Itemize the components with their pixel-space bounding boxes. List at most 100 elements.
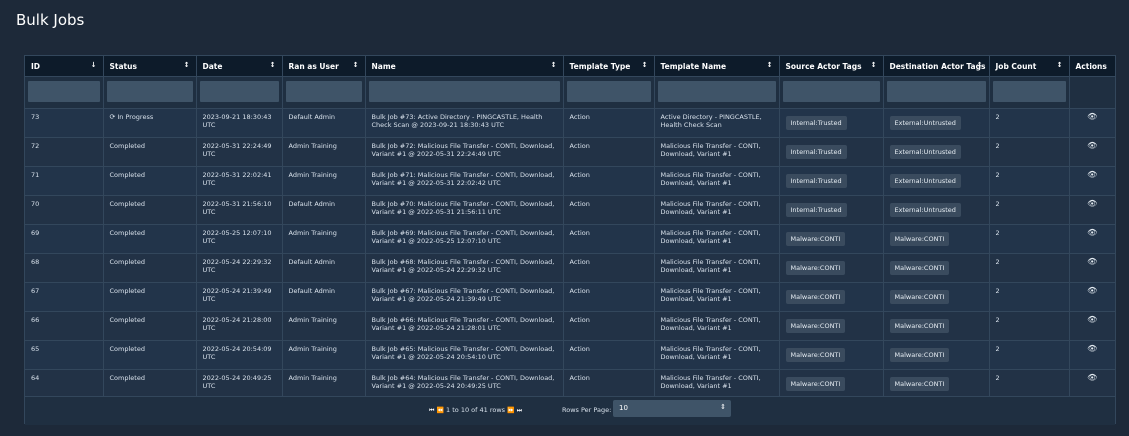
cell-dest-tag: Malware:CONTI (883, 340, 990, 369)
cell-name: Bulk Job #66: Malicious File Transfer - … (365, 311, 564, 340)
cell-text: In Progress (117, 112, 154, 121)
sort-icon[interactable]: ↕ (642, 61, 648, 69)
cell-text: Action (569, 170, 590, 179)
table-row[interactable]: 71 Completed 2022-05-31 22:02:41 UTC Admin … (25, 166, 1115, 195)
sort-icon[interactable]: ↕ (767, 61, 773, 69)
table-row[interactable]: 69 Completed 2022-05-25 12:07:10 UTC Admin … (25, 224, 1115, 253)
column-filter-input[interactable] (992, 80, 1066, 102)
eye-icon[interactable]: 👁 (1076, 257, 1110, 267)
cell-actions: 👁 (1069, 311, 1115, 340)
column-header[interactable]: Actions (1069, 56, 1115, 76)
eye-icon[interactable]: 👁 (1076, 344, 1110, 354)
cell-text: Action (569, 373, 590, 382)
column-filter-input[interactable] (782, 80, 880, 102)
cell-job-count: 2 (989, 253, 1070, 282)
column-header[interactable]: ID ↓ (25, 56, 104, 76)
cell-text: Admin Training (288, 228, 337, 237)
cell-text: 68 (31, 257, 40, 266)
cell-id: 71 (25, 166, 104, 195)
column-header[interactable]: Job Count ↕ (989, 56, 1070, 76)
cell-text: 2 (995, 344, 1000, 353)
cell-id: 72 (25, 137, 104, 166)
cell-text: Bulk Job #64: Malicious File Transfer - … (371, 373, 555, 391)
column-header[interactable]: Name ↕ (365, 56, 564, 76)
table-row[interactable]: 73 ⟳ In Progress 2023-09-21 18:30:43 UTC Def… (25, 108, 1115, 137)
sort-icon[interactable]: ↕ (871, 61, 877, 69)
cell-status: Completed (103, 137, 197, 166)
column-header-label: ID (31, 62, 41, 71)
column-header-label: Template Type (569, 62, 631, 71)
cell-dest-tag: Malware:CONTI (883, 224, 990, 253)
cell-status: Completed (103, 311, 197, 340)
cell-name: Bulk Job #64: Malicious File Transfer - … (365, 369, 564, 398)
cell-text: 70 (31, 199, 40, 208)
column-header[interactable]: Ran as User ↕ (282, 56, 366, 76)
table-row[interactable]: 70 Completed 2022-05-31 21:56:10 UTC Defaul… (25, 195, 1115, 224)
cell-text: 2022-05-24 20:49:25 UTC (202, 373, 272, 391)
cell-text: 66 (31, 315, 40, 324)
column-filter-input[interactable] (106, 80, 193, 102)
page-title: Bulk Jobs (16, 11, 85, 29)
column-header[interactable]: Template Type ↕ (563, 56, 655, 76)
column-header[interactable]: Status ↕ (103, 56, 197, 76)
column-header[interactable]: Date ↕ (196, 56, 283, 76)
pagination: ⏮ ⏪ 1 to 10 of 41 rows ⏩ ⏭ (429, 406, 522, 415)
column-filter-input[interactable] (199, 80, 279, 102)
column-filter-input[interactable] (566, 80, 651, 102)
column-filter-input[interactable] (285, 80, 362, 102)
cell-user: Default Admin (282, 253, 366, 282)
table-row[interactable]: 66 Completed 2022-05-24 21:28:00 UTC Admin … (25, 311, 1115, 340)
eye-icon[interactable]: 👁 (1076, 373, 1110, 383)
cell-text: Bulk Job #66: Malicious File Transfer - … (371, 315, 555, 333)
eye-icon[interactable]: 👁 (1076, 112, 1110, 122)
rows-per-page-select[interactable]: 10 ⇕ (613, 400, 731, 417)
sort-icon[interactable]: ↕ (353, 61, 359, 69)
next-page-icon[interactable]: ⏩ (507, 407, 514, 414)
table-row[interactable]: 67 Completed 2022-05-24 21:39:49 UTC Defaul… (25, 282, 1115, 311)
table-row[interactable]: 68 Completed 2022-05-24 22:29:32 UTC Defaul… (25, 253, 1115, 282)
column-filter-input[interactable] (28, 80, 100, 102)
sort-icon[interactable]: ↕ (184, 61, 190, 69)
column-filter-input[interactable] (886, 80, 986, 102)
cell-job-count: 2 (989, 369, 1070, 398)
sort-icon[interactable]: ↓ (91, 61, 97, 69)
eye-icon[interactable]: 👁 (1076, 170, 1110, 180)
cell-text: Bulk Job #71: Malicious File Transfer - … (371, 170, 555, 188)
column-header-label: Destination Actor Tags (889, 62, 986, 71)
sort-icon[interactable]: ↕ (270, 61, 276, 69)
cell-date: 2022-05-31 22:24:49 UTC (196, 137, 283, 166)
eye-icon[interactable]: 👁 (1076, 228, 1110, 238)
cell-text: Bulk Job #72: Malicious File Transfer - … (371, 141, 555, 159)
table-row[interactable]: 64 Completed 2022-05-24 20:49:25 UTC Admin … (25, 369, 1115, 398)
cell-source-tag: Malware:CONTI (779, 311, 884, 340)
cell-date: 2022-05-24 21:39:49 UTC (196, 282, 283, 311)
cell-text: Completed (109, 344, 145, 353)
column-header[interactable]: Template Name ↕ (654, 56, 780, 76)
cell-text: Active Directory - PINGCASTLE, Health Ch… (660, 112, 762, 130)
cell-user: Default Admin (282, 195, 366, 224)
cell-text: Bulk Job #67: Malicious File Transfer - … (371, 286, 555, 304)
prev-page-icon[interactable]: ⏪ (436, 407, 443, 414)
eye-icon[interactable]: 👁 (1076, 315, 1110, 325)
column-filter-input[interactable] (368, 80, 560, 102)
table-row[interactable]: 72 Completed 2022-05-31 22:24:49 UTC Admin … (25, 137, 1115, 166)
sort-icon[interactable]: ↕ (551, 61, 557, 69)
cell-text: 2022-05-31 22:02:41 UTC (202, 170, 272, 188)
eye-icon[interactable]: 👁 (1076, 199, 1110, 209)
cell-text: Malicious File Transfer - CONTI, Downloa… (660, 199, 761, 217)
table-row[interactable]: 65 Completed 2022-05-24 20:54:09 UTC Admin … (25, 340, 1115, 369)
sort-icon[interactable]: ↕ (1057, 61, 1063, 69)
cell-text: 2 (995, 315, 1000, 324)
eye-icon[interactable]: 👁 (1076, 141, 1110, 151)
cell-name: Bulk Job #68: Malicious File Transfer - … (365, 253, 564, 282)
column-header[interactable]: Source Actor Tags ↕ (779, 56, 884, 76)
column-header[interactable]: Destination Actor Tags ↕ (883, 56, 990, 76)
eye-icon[interactable]: 👁 (1076, 286, 1110, 296)
cell-text: Completed (109, 286, 145, 295)
column-filter-input[interactable] (657, 80, 776, 102)
tag-badge: External:Untrusted (889, 144, 961, 159)
cell-actions: 👁 (1069, 253, 1115, 282)
last-page-icon[interactable]: ⏭ (517, 407, 522, 414)
first-page-icon[interactable]: ⏮ (429, 407, 434, 414)
sort-icon[interactable]: ↕ (977, 61, 983, 69)
